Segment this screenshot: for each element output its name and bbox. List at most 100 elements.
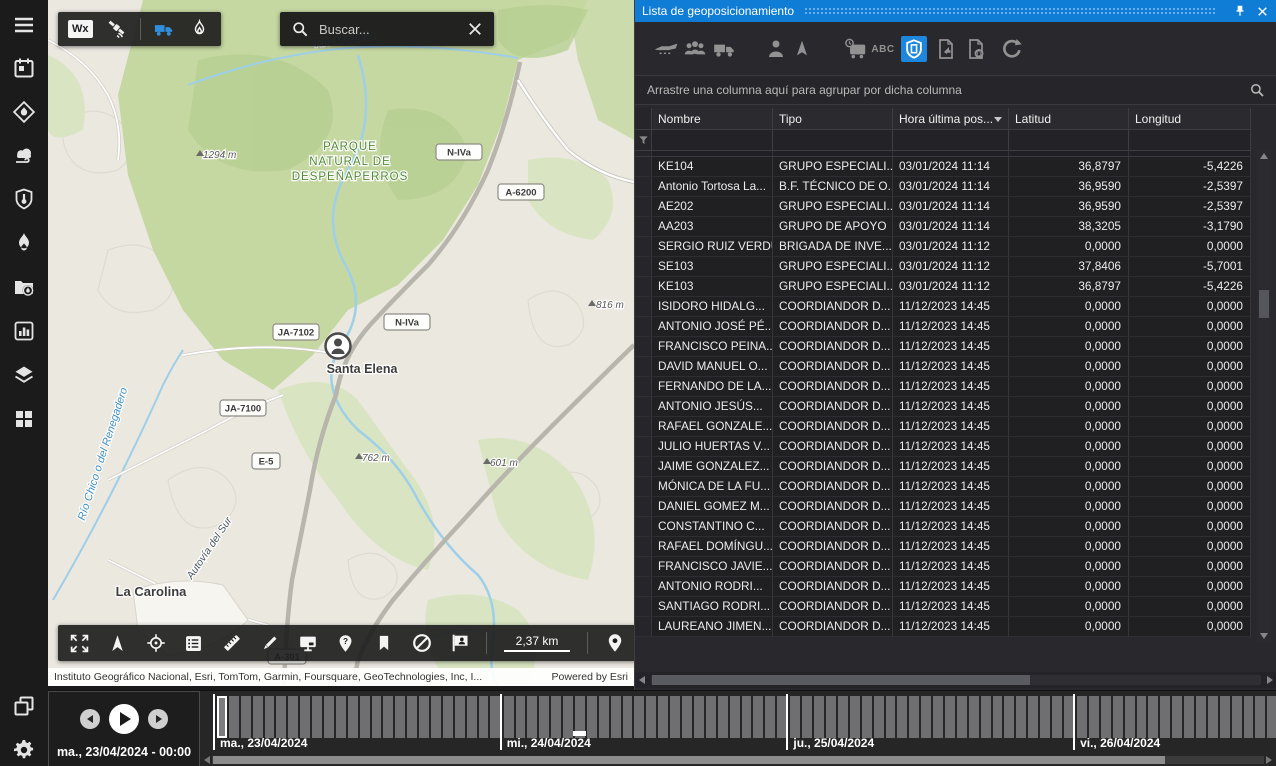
table-row[interactable]: ANTONIO RODRI...COORDIANDOR D...11/12/20… <box>635 577 1251 597</box>
timeline-hour-bar[interactable] <box>933 696 943 738</box>
timeline-hour-bar[interactable] <box>563 696 573 738</box>
timeline-hour-bar[interactable] <box>909 696 919 738</box>
weather-wind-icon[interactable] <box>12 144 36 168</box>
table-row[interactable]: JULIO HUERTAS V...COORDIANDOR D...11/12/… <box>635 437 1251 457</box>
timeline-hour-bar[interactable] <box>1028 696 1038 738</box>
timeline-hour-bar[interactable] <box>253 696 263 738</box>
timeline-hour-bar[interactable] <box>1016 696 1026 738</box>
gear-icon[interactable] <box>12 738 36 762</box>
search-input[interactable]: Buscar... <box>319 22 455 37</box>
map-search-box[interactable]: Buscar... <box>280 12 494 46</box>
scroll-right-arrow[interactable] <box>1267 676 1273 684</box>
close-icon[interactable] <box>1254 3 1270 19</box>
pencil-icon[interactable] <box>258 632 281 655</box>
timeline-hour-bar[interactable] <box>694 696 704 738</box>
scroll-up-arrow[interactable] <box>1260 153 1268 159</box>
layers-icon[interactable] <box>12 363 36 387</box>
doc-export-icon[interactable] <box>933 36 959 62</box>
step-forward-button[interactable] <box>148 709 168 729</box>
table-row[interactable]: RAFAEL GONZALE...COORDIANDOR D...11/12/2… <box>635 417 1251 437</box>
timeline-hour-bar[interactable] <box>981 696 991 738</box>
column-header[interactable]: Latitud <box>1009 108 1129 130</box>
wx-button[interactable]: Wx <box>68 20 93 38</box>
column-header[interactable]: Tipo <box>773 108 893 130</box>
table-row[interactable]: DAVID MANUEL O...COORDIANDOR D...11/12/2… <box>635 357 1251 377</box>
table-row[interactable]: FRANCISCO JAVIE...COORDIANDOR D...11/12/… <box>635 557 1251 577</box>
timeline-hour-bar[interactable] <box>383 696 393 738</box>
column-header-sorted[interactable]: Hora última pos... <box>893 108 1009 130</box>
filter-cell[interactable] <box>1129 130 1251 151</box>
timeline-hour-bar[interactable] <box>479 696 489 738</box>
filter-cell[interactable] <box>652 130 773 151</box>
timeline-hour-bar[interactable] <box>718 696 728 738</box>
table-row[interactable]: RAFAEL DOMÍNGU...COORDIANDOR D...11/12/2… <box>635 537 1251 557</box>
timeline-hour-bar[interactable] <box>1172 696 1182 738</box>
table-row[interactable]: LAUREANO JIMEN...COORDIANDOR D...11/12/2… <box>635 617 1251 637</box>
timeline-hour-bar[interactable] <box>1040 696 1050 738</box>
shield-thermometer-icon[interactable] <box>12 187 36 211</box>
scroll-left-arrow[interactable] <box>204 756 210 764</box>
ruler-icon[interactable] <box>220 632 243 655</box>
timeline-hour-bar[interactable] <box>826 696 836 738</box>
timeline-hour-bar[interactable] <box>1196 696 1206 738</box>
timeline-hour-bar[interactable] <box>372 696 382 738</box>
truck-icon[interactable] <box>153 18 176 41</box>
scroll-left-arrow[interactable] <box>639 676 645 684</box>
timeline-hour-bar[interactable] <box>1052 696 1062 738</box>
timeline-hour-bar[interactable] <box>443 696 453 738</box>
table-row[interactable]: DANIEL GOMEZ M...COORDIANDOR D...11/12/2… <box>635 497 1251 517</box>
scrollbar-thumb[interactable] <box>652 675 1030 685</box>
folder-fire-icon[interactable] <box>12 275 36 299</box>
timeline-hour-bar[interactable] <box>467 696 477 738</box>
timeline-hour-bar[interactable] <box>1232 696 1242 738</box>
timeline-hour-bar[interactable] <box>276 696 286 738</box>
search-icon[interactable] <box>288 18 311 41</box>
timeline-hour-bar[interactable] <box>360 696 370 738</box>
flame-icon[interactable] <box>188 18 211 41</box>
shield-button[interactable] <box>901 36 927 62</box>
timeline-hour-bar[interactable] <box>1255 696 1265 738</box>
timeline-hour-bar[interactable] <box>455 696 465 738</box>
timeline-hour-bar[interactable] <box>324 696 334 738</box>
timeline-hour-bar[interactable] <box>1184 696 1194 738</box>
flame-icon[interactable] <box>12 231 36 255</box>
timeline-hour-bar[interactable] <box>300 696 310 738</box>
scrollbar-thumb[interactable] <box>1259 290 1269 318</box>
refresh-icon[interactable] <box>999 36 1025 62</box>
filter-cell[interactable] <box>893 130 1009 151</box>
locate-icon[interactable] <box>144 632 167 655</box>
current-position-marker[interactable] <box>573 731 586 736</box>
timeline-hour-bar[interactable] <box>395 696 405 738</box>
timeline-hour-bar[interactable] <box>682 696 692 738</box>
screen-icon[interactable] <box>296 632 319 655</box>
timeline-hour-bar[interactable] <box>1220 696 1230 738</box>
timeline-hour-bar[interactable] <box>288 696 298 738</box>
timeline-hour-bar[interactable] <box>1077 696 1087 738</box>
calendar-icon[interactable] <box>12 56 36 80</box>
filter-cell[interactable] <box>773 130 893 151</box>
timeline-hour-bar[interactable] <box>765 696 775 738</box>
scroll-right-arrow[interactable] <box>1266 756 1272 764</box>
bus-clock-icon[interactable] <box>843 36 869 62</box>
pin-icon[interactable] <box>603 632 626 655</box>
group-by-bar[interactable]: Arrastre una columna aquí para agrupar p… <box>635 75 1276 105</box>
timeline-hour-bar[interactable] <box>599 696 609 738</box>
timeline-hour-bar[interactable] <box>407 696 417 738</box>
timeline-hour-bar[interactable] <box>336 696 346 738</box>
table-row[interactable]: AE202GRUPO ESPECIALI...03/01/2024 11:143… <box>635 197 1251 217</box>
windows-icon[interactable] <box>12 694 36 718</box>
person-marker[interactable] <box>326 334 351 359</box>
pin-icon[interactable] <box>1232 3 1248 19</box>
abc-label[interactable]: ABC <box>870 36 896 62</box>
navigation-arrow-icon[interactable] <box>789 36 815 62</box>
timeline-hour-bar[interactable] <box>1113 696 1123 738</box>
timeline-scrollbar[interactable] <box>200 753 1276 766</box>
timeline-hour-bar[interactable] <box>419 696 429 738</box>
timeline-hour-bar[interactable] <box>670 696 680 738</box>
no-symbol-icon[interactable] <box>410 632 433 655</box>
timeline-hour-bar[interactable] <box>790 696 800 738</box>
table-row[interactable]: KE103GRUPO ESPECIALI...03/01/2024 11:123… <box>635 277 1251 297</box>
person-icon[interactable] <box>763 36 789 62</box>
timeline-hour-bar[interactable] <box>1101 696 1111 738</box>
table-row[interactable]: SERGIO RUIZ VERDÚBRIGADA DE INVE...03/01… <box>635 237 1251 257</box>
